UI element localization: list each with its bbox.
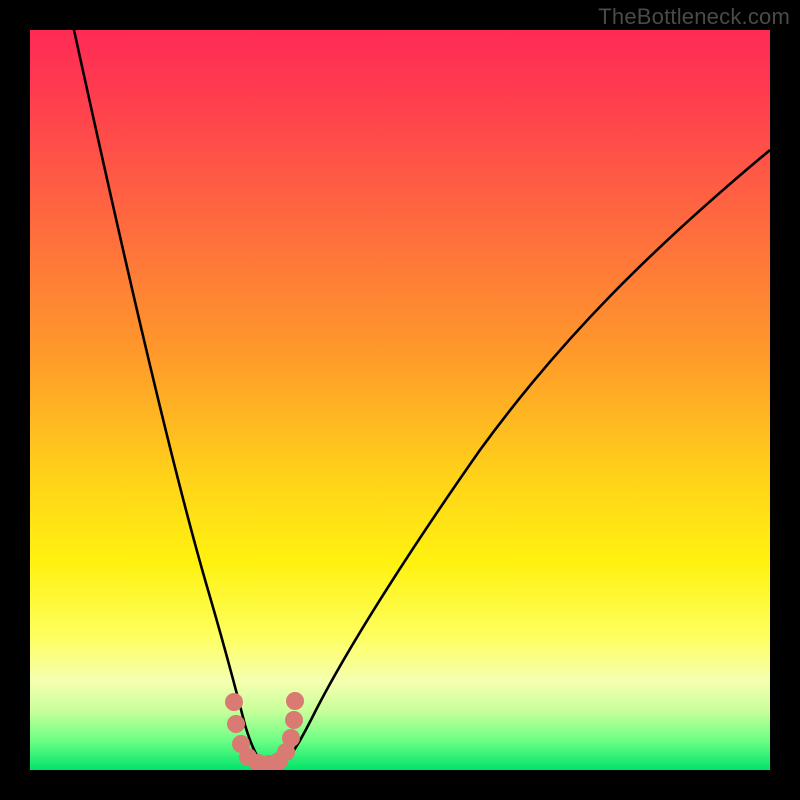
valley-dots: [225, 692, 304, 770]
right-branch: [282, 150, 770, 765]
curve-layer: [30, 30, 770, 770]
chart-frame: TheBottleneck.com: [0, 0, 800, 800]
left-branch: [74, 30, 262, 763]
plot-area: [30, 30, 770, 770]
watermark-text: TheBottleneck.com: [598, 4, 790, 30]
